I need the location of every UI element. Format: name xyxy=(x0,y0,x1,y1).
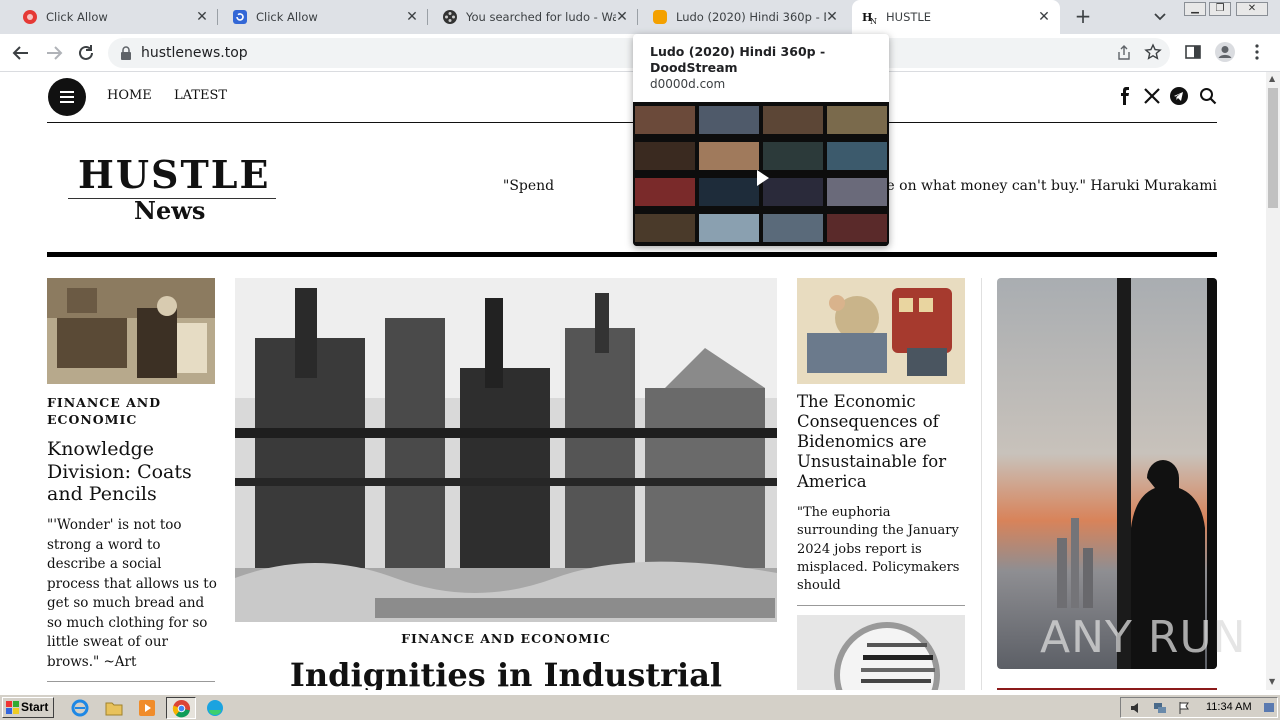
quote-left-part: "Spend xyxy=(502,178,555,194)
search-icon[interactable] xyxy=(1199,87,1217,105)
man-at-window-image xyxy=(997,278,1217,669)
chrome-icon xyxy=(172,699,191,718)
article-image-dictionary[interactable] xyxy=(797,615,965,690)
feature-category[interactable]: FINANCE AND ECONOMIC xyxy=(235,630,777,647)
facebook-icon[interactable] xyxy=(1116,87,1134,105)
scroll-down-arrow-icon[interactable]: ▼ xyxy=(1269,678,1277,686)
article-category[interactable]: FINANCE AND ECONOMIC xyxy=(47,394,215,428)
x-twitter-icon[interactable] xyxy=(1143,87,1161,105)
tab-title: Ludo (2020) Hindi 360p - Dood xyxy=(676,10,826,24)
taskbar-clock: 11:34 AM xyxy=(1206,701,1252,713)
refresh-favicon-icon xyxy=(233,10,247,24)
action-center-flag-icon[interactable] xyxy=(1177,701,1191,715)
article-excerpt: "'Wonder' is not too strong a word to de… xyxy=(47,517,217,670)
tab-title: HUSTLE xyxy=(886,10,932,24)
industrial-ruins-image xyxy=(235,278,777,622)
magnifier-dictionary-image xyxy=(797,615,965,690)
sidebar-image-man-window[interactable] xyxy=(997,278,1217,669)
tab-strip: Click Allow ✕ Click Allow ✕ You searched… xyxy=(0,0,1280,34)
nav-home-link[interactable]: HOME xyxy=(107,88,152,103)
tab-click-allow-1[interactable]: Click Allow ✕ xyxy=(12,0,218,34)
new-tab-button[interactable]: + xyxy=(1072,5,1094,27)
red-circle-icon xyxy=(23,10,37,24)
close-window-button[interactable]: ✕ xyxy=(1236,2,1268,16)
close-tab-icon[interactable]: ✕ xyxy=(404,9,420,25)
taskbar-chrome-button[interactable] xyxy=(166,697,196,719)
sepia-photo-image xyxy=(47,278,215,384)
quote-right-part: time on what money can't buy." Haruki Mu… xyxy=(863,178,1217,194)
film-reel-icon xyxy=(443,10,457,24)
maximize-button[interactable]: ❐ xyxy=(1209,2,1231,16)
header-divider xyxy=(47,122,1217,123)
bookmark-star-icon[interactable] xyxy=(1144,43,1162,61)
scrollbar-thumb[interactable] xyxy=(1268,88,1278,208)
article-title-bidenomics[interactable]: The Economic Consequences of Bidenomics … xyxy=(797,392,967,492)
side-panel-icon[interactable] xyxy=(1184,43,1202,61)
hover-card-title: Ludo (2020) Hindi 360p - DoodStream xyxy=(650,44,826,75)
tab-title: You searched for ludo - Watch xyxy=(466,10,616,24)
telegram-icon[interactable] xyxy=(1170,87,1188,105)
tab-title: Click Allow xyxy=(256,10,318,24)
edge-icon[interactable] xyxy=(205,698,225,718)
folder-icon[interactable] xyxy=(104,698,124,718)
hover-card-thumbnail xyxy=(633,102,889,246)
logo-news-text: News xyxy=(134,196,206,225)
site-logo[interactable]: HUSTLE News xyxy=(66,152,278,225)
feature-title[interactable]: Indignities in Industrial xyxy=(235,655,777,690)
nav-latest-link[interactable]: LATEST xyxy=(174,88,227,103)
orange-favicon-icon xyxy=(653,10,667,24)
share-icon[interactable] xyxy=(1116,45,1132,61)
network-icon[interactable] xyxy=(1153,701,1167,715)
minimize-button[interactable]: ▁ xyxy=(1184,2,1206,16)
kebab-menu-icon[interactable] xyxy=(1249,43,1265,61)
ie-icon[interactable] xyxy=(70,698,90,718)
article-image-knowledge-division[interactable] xyxy=(47,278,215,384)
masthead-divider xyxy=(47,252,1217,257)
tab-hover-card: Ludo (2020) Hindi 360p - DoodStream d000… xyxy=(633,34,889,246)
tab-title: Click Allow xyxy=(46,10,108,24)
tab-search-ludo[interactable]: You searched for ludo - Watch ✕ xyxy=(432,0,638,34)
feature-image-industrial[interactable] xyxy=(235,278,777,622)
scroll-up-arrow-icon[interactable]: ▲ xyxy=(1269,75,1277,83)
page-scrollbar[interactable]: ▲ ▼ xyxy=(1266,72,1280,690)
close-tab-icon[interactable]: ✕ xyxy=(824,9,840,25)
close-tab-icon[interactable]: ✕ xyxy=(614,9,630,25)
hover-card-domain: d0000d.com xyxy=(650,77,726,91)
show-desktop-icon[interactable] xyxy=(1263,701,1275,715)
article-image-bidenomics[interactable] xyxy=(797,278,965,384)
anyrun-watermark: ANY RUN xyxy=(1040,612,1247,663)
start-label: Start xyxy=(21,700,49,714)
windows-taskbar: Start 11:34 AM xyxy=(0,694,1280,720)
article-divider xyxy=(797,605,965,606)
close-tab-icon[interactable]: ✕ xyxy=(1036,9,1052,25)
svg-text:N: N xyxy=(870,17,877,25)
back-arrow-icon[interactable] xyxy=(10,42,32,64)
system-tray xyxy=(1120,697,1278,718)
watermark-text: ANY RUN xyxy=(1040,612,1247,663)
windows-flag-icon xyxy=(6,701,19,714)
hamburger-menu-button[interactable] xyxy=(48,78,86,116)
political-cartoon-image xyxy=(797,278,965,384)
video-thumbnail-grid-image xyxy=(633,102,889,246)
tab-click-allow-2[interactable]: Click Allow ✕ xyxy=(222,0,428,34)
article-title-knowledge-division[interactable]: Knowledge Division: Coats and Pencils xyxy=(47,438,215,506)
hn-favicon-icon: HN xyxy=(862,11,877,25)
article-divider xyxy=(47,681,215,682)
media-player-icon[interactable] xyxy=(137,698,157,718)
reload-icon[interactable] xyxy=(75,42,97,64)
article-excerpt: "The euphoria surrounding the January 20… xyxy=(797,505,960,594)
volume-icon[interactable] xyxy=(1129,701,1143,715)
chevron-down-icon[interactable] xyxy=(1152,8,1168,24)
logo-hustle-text: HUSTLE xyxy=(78,152,271,197)
forward-arrow-icon[interactable] xyxy=(43,42,65,64)
tab-hustle[interactable]: HN HUSTLE ✕ xyxy=(852,0,1060,34)
url-text: hustlenews.top xyxy=(141,45,248,61)
tab-ludo-doodstream[interactable]: Ludo (2020) Hindi 360p - Dood ✕ xyxy=(642,0,848,34)
red-accent-bar xyxy=(997,688,1217,690)
lock-icon[interactable] xyxy=(120,46,132,60)
column-divider xyxy=(981,278,982,690)
profile-avatar-icon[interactable] xyxy=(1214,41,1236,63)
close-tab-icon[interactable]: ✕ xyxy=(194,9,210,25)
start-button[interactable]: Start xyxy=(2,697,54,718)
